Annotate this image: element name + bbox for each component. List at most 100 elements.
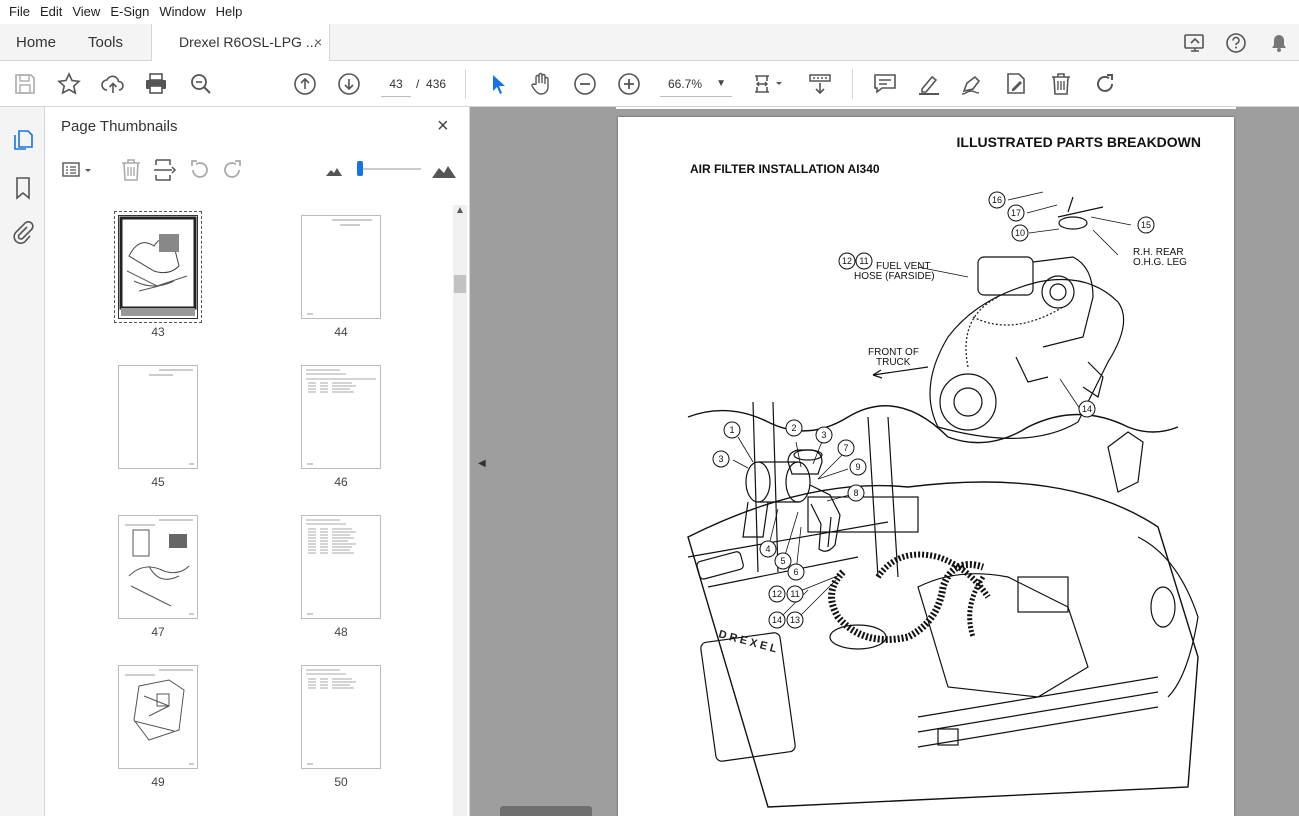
rotate-clockwise-icon[interactable]	[220, 157, 246, 183]
callout-17: 17	[1011, 208, 1021, 218]
scroll-up-icon[interactable]: ▲	[455, 205, 465, 216]
toolbar-divider	[852, 69, 853, 99]
thumbnail-page-43[interactable]	[114, 211, 202, 323]
zoom-in-icon[interactable]	[616, 71, 642, 97]
navigation-rail	[0, 107, 45, 816]
menu-edit[interactable]: Edit	[35, 0, 67, 24]
thumbnail-page-44[interactable]	[301, 215, 381, 319]
help-icon[interactable]	[1224, 30, 1250, 56]
callout-12: 12	[842, 256, 852, 266]
fit-page-icon[interactable]	[752, 71, 788, 97]
callout-14-lower: 14	[772, 615, 782, 625]
bookmark-star-icon[interactable]	[56, 71, 82, 97]
edit-document-icon[interactable]	[1003, 71, 1029, 97]
highlight-pen-icon[interactable]	[916, 71, 942, 97]
thumbnail-label: 47	[151, 625, 165, 639]
menu-esign[interactable]: E-Sign	[105, 0, 154, 24]
collapse-panel-icon[interactable]: ◀	[478, 458, 486, 469]
draw-pen-icon[interactable]	[959, 71, 985, 97]
toolbar: 43 / 436 66.7% ▼	[0, 61, 1299, 107]
front-of-truck-label-line2: TRUCK	[876, 357, 911, 368]
page-total: / 436	[416, 71, 446, 97]
delete-page-icon[interactable]	[118, 157, 144, 183]
tab-bar: Home Tools Drexel R6OSL-LPG ... ×	[0, 24, 1299, 62]
attachment-paperclip-icon[interactable]	[10, 219, 36, 245]
thumbnail-size-slider[interactable]	[357, 161, 421, 176]
tab-home[interactable]: Home	[16, 24, 56, 61]
tab-tools[interactable]: Tools	[88, 24, 123, 61]
thumbnail-page-48[interactable]	[301, 515, 381, 619]
delete-trash-icon[interactable]	[1048, 71, 1074, 97]
thumbnail-label: 46	[334, 475, 348, 489]
thumbnail-options-icon[interactable]	[59, 157, 97, 183]
rh-rear-label-line2: O.H.G. LEG	[1133, 257, 1187, 268]
thumbnail-label: 49	[151, 775, 165, 789]
scrollbar-thumb[interactable]	[454, 275, 466, 293]
upload-cloud-icon[interactable]	[100, 71, 126, 97]
thumbnail-page-47[interactable]	[118, 515, 198, 619]
thumbnails-grid: 43 44 45 46 47 48 49 50	[45, 205, 453, 816]
thumbnail-page-45[interactable]	[118, 365, 198, 469]
scroll-mode-icon[interactable]	[807, 71, 833, 97]
callout-3: 3	[821, 430, 826, 440]
callout-6: 6	[793, 567, 798, 577]
callout-7: 7	[843, 443, 848, 453]
page-number-input[interactable]: 43	[381, 71, 411, 97]
bookmark-icon[interactable]	[10, 175, 36, 201]
insert-page-icon[interactable]	[152, 157, 178, 183]
callout-2: 2	[791, 423, 796, 433]
rotate-counterclockwise-icon[interactable]	[186, 157, 212, 183]
brand-label: DREXEL	[717, 628, 781, 656]
select-cursor-icon[interactable]	[485, 71, 511, 97]
callout-11: 11	[859, 256, 868, 266]
thumbnails-scrollbar[interactable]: ▲	[453, 205, 467, 816]
thumbnail-page-49[interactable]	[118, 665, 198, 769]
slider-handle[interactable]	[357, 161, 363, 176]
menu-bar: File Edit View E-Sign Window Help	[0, 0, 1299, 24]
callout-14: 14	[1082, 404, 1092, 414]
menu-view[interactable]: View	[67, 0, 105, 24]
thumbnail-size-small-icon	[322, 157, 348, 183]
next-page-icon[interactable]	[336, 71, 362, 97]
thumbnail-label: 50	[334, 775, 348, 789]
hand-tool-icon[interactable]	[528, 71, 554, 97]
zoom-out-icon[interactable]	[572, 71, 598, 97]
callout-13: 13	[790, 615, 800, 625]
thumbnail-page-50[interactable]	[301, 665, 381, 769]
pdf-page: DREXEL 16 17 10 15 12 11 14 1 2 3 3 7 9 …	[618, 117, 1234, 816]
tab-document[interactable]: Drexel R6OSL-LPG ... ×	[151, 24, 330, 62]
callout-1: 1	[729, 425, 734, 435]
thumbnail-label: 44	[334, 325, 348, 339]
rotate-redo-icon[interactable]	[1092, 71, 1118, 97]
menu-file[interactable]: File	[4, 0, 35, 24]
callout-8: 8	[853, 488, 858, 498]
page-total-count: 436	[426, 77, 447, 91]
thumbnail-page-46[interactable]	[301, 365, 381, 469]
save-icon[interactable]	[12, 71, 38, 97]
close-panel-icon[interactable]: ×	[437, 115, 449, 138]
horizontal-scrollbar-thumb[interactable]	[500, 806, 592, 816]
thumbnail-label: 45	[151, 475, 165, 489]
close-tab-icon[interactable]: ×	[314, 24, 322, 61]
menu-window[interactable]: Window	[154, 0, 210, 24]
previous-page-icon[interactable]	[292, 71, 318, 97]
thumbnail-label: 48	[334, 625, 348, 639]
page-thumbnails-icon[interactable]	[10, 127, 36, 153]
zoom-level-dropdown[interactable]: 66.7% ▼	[660, 71, 732, 97]
page-thumbnails-panel: Page Thumbnails × 43 44 45 46 47 48 49 5…	[45, 107, 470, 816]
callout-3-left: 3	[718, 454, 723, 464]
callout-4: 4	[765, 544, 770, 554]
comment-icon[interactable]	[872, 71, 898, 97]
page-subtitle: AIR FILTER INSTALLATION AI340	[690, 162, 880, 176]
zoom-search-icon[interactable]	[188, 71, 214, 97]
print-icon[interactable]	[143, 71, 169, 97]
callout-11-lower: 11	[790, 589, 799, 599]
chevron-down-icon: ▼	[716, 78, 726, 89]
share-screen-icon[interactable]	[1182, 30, 1208, 56]
menu-help[interactable]: Help	[211, 0, 248, 24]
parts-drawing: DREXEL 16 17 10 15 12 11 14 1 2 3 3 7 9 …	[687, 191, 1199, 808]
thumbnail-size-large-icon	[431, 157, 457, 183]
page-header: ILLUSTRATED PARTS BREAKDOWN	[956, 134, 1201, 150]
notifications-bell-icon[interactable]	[1266, 30, 1292, 56]
callout-15: 15	[1141, 220, 1151, 230]
